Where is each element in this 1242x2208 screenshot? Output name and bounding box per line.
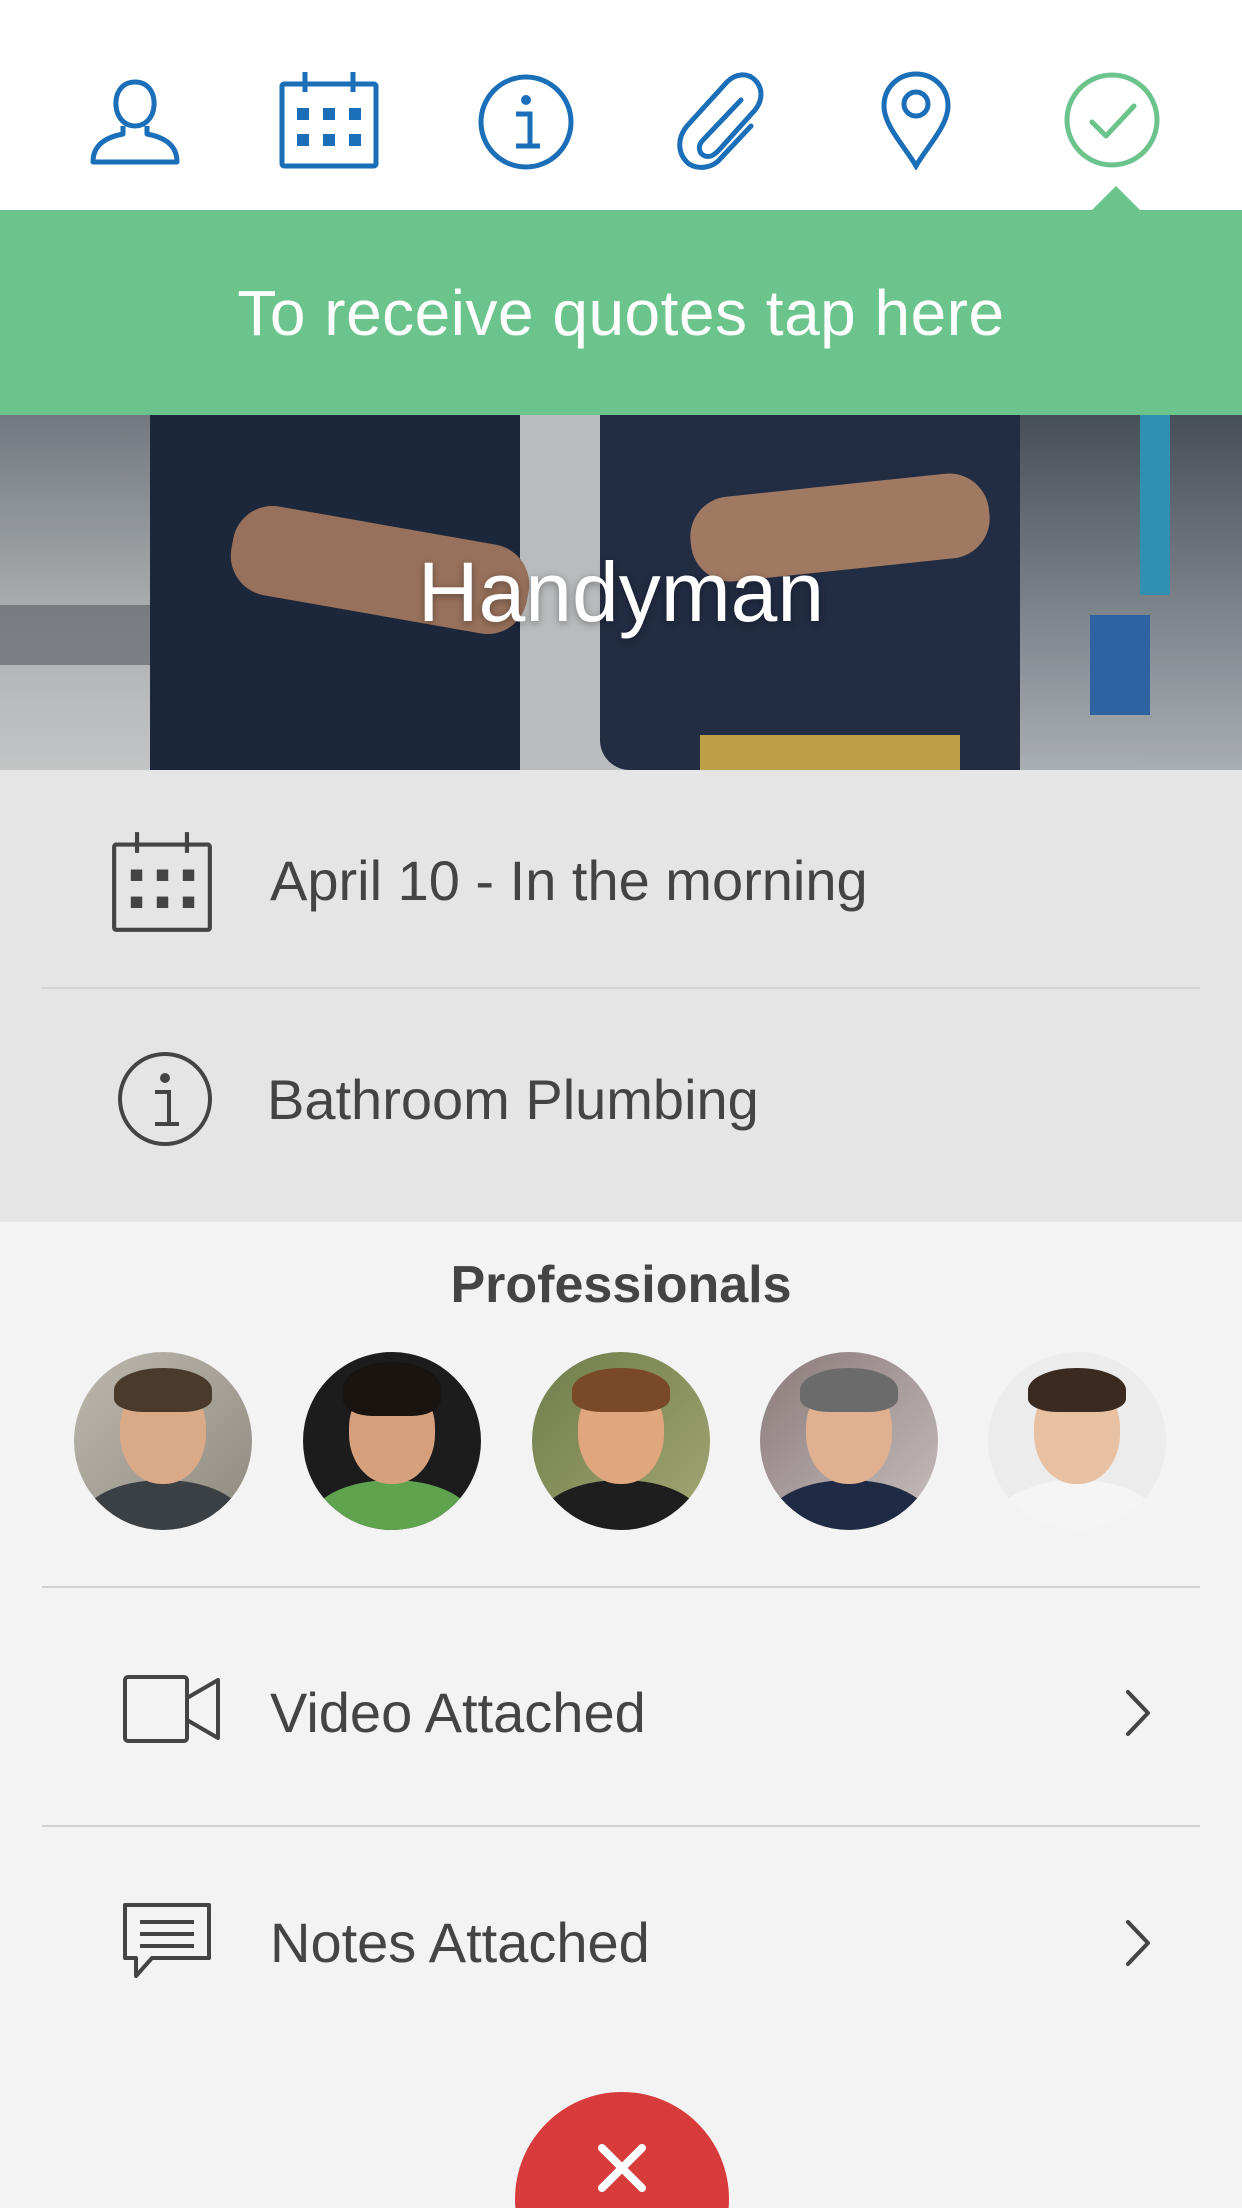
- video-camera-icon: [123, 1675, 220, 1743]
- notes-attached-label: Notes Attached: [270, 1911, 650, 1974]
- job-details: April 10 - In the morning Bathroom Plumb…: [0, 770, 1242, 1222]
- video-attached-row[interactable]: Video Attached: [0, 1596, 1242, 1826]
- professionals-title: Professionals: [450, 1256, 792, 1314]
- calendar-icon[interactable]: [279, 70, 379, 170]
- map-pin-icon[interactable]: [866, 70, 966, 170]
- paperclip-icon[interactable]: [671, 70, 771, 170]
- info-icon: [118, 1052, 212, 1146]
- calendar-icon: [112, 832, 212, 932]
- banner-pointer: [1090, 186, 1142, 212]
- close-icon: [598, 2144, 646, 2192]
- chat-bubble-icon: [123, 1903, 211, 1978]
- hero-title: Handyman: [417, 545, 825, 639]
- video-attached-label: Video Attached: [270, 1681, 646, 1744]
- banner-text: To receive quotes tap here: [237, 276, 1005, 349]
- description-text: Bathroom Plumbing: [267, 1068, 759, 1131]
- date-text: April 10 - In the morning: [270, 849, 868, 912]
- description-row[interactable]: Bathroom Plumbing: [0, 989, 1242, 1207]
- notes-attached-row[interactable]: Notes Attached: [0, 1826, 1242, 2056]
- avatar[interactable]: [303, 1352, 481, 1530]
- avatar[interactable]: [760, 1352, 938, 1530]
- receive-quotes-banner[interactable]: To receive quotes tap here: [0, 186, 1242, 415]
- avatar[interactable]: [74, 1352, 252, 1530]
- user-icon[interactable]: [85, 70, 185, 170]
- divider: [42, 1586, 1200, 1588]
- avatar[interactable]: [988, 1352, 1166, 1530]
- step-navigation: [0, 0, 1242, 210]
- close-button[interactable]: [515, 2092, 729, 2208]
- avatar[interactable]: [532, 1352, 710, 1530]
- check-circle-icon[interactable]: [1062, 70, 1162, 170]
- date-row[interactable]: April 10 - In the morning: [0, 770, 1242, 988]
- hero-image: Handyman: [0, 415, 1242, 770]
- info-icon[interactable]: [476, 70, 576, 170]
- chevron-right-icon: [1126, 1690, 1150, 1736]
- chevron-right-icon: [1126, 1920, 1150, 1966]
